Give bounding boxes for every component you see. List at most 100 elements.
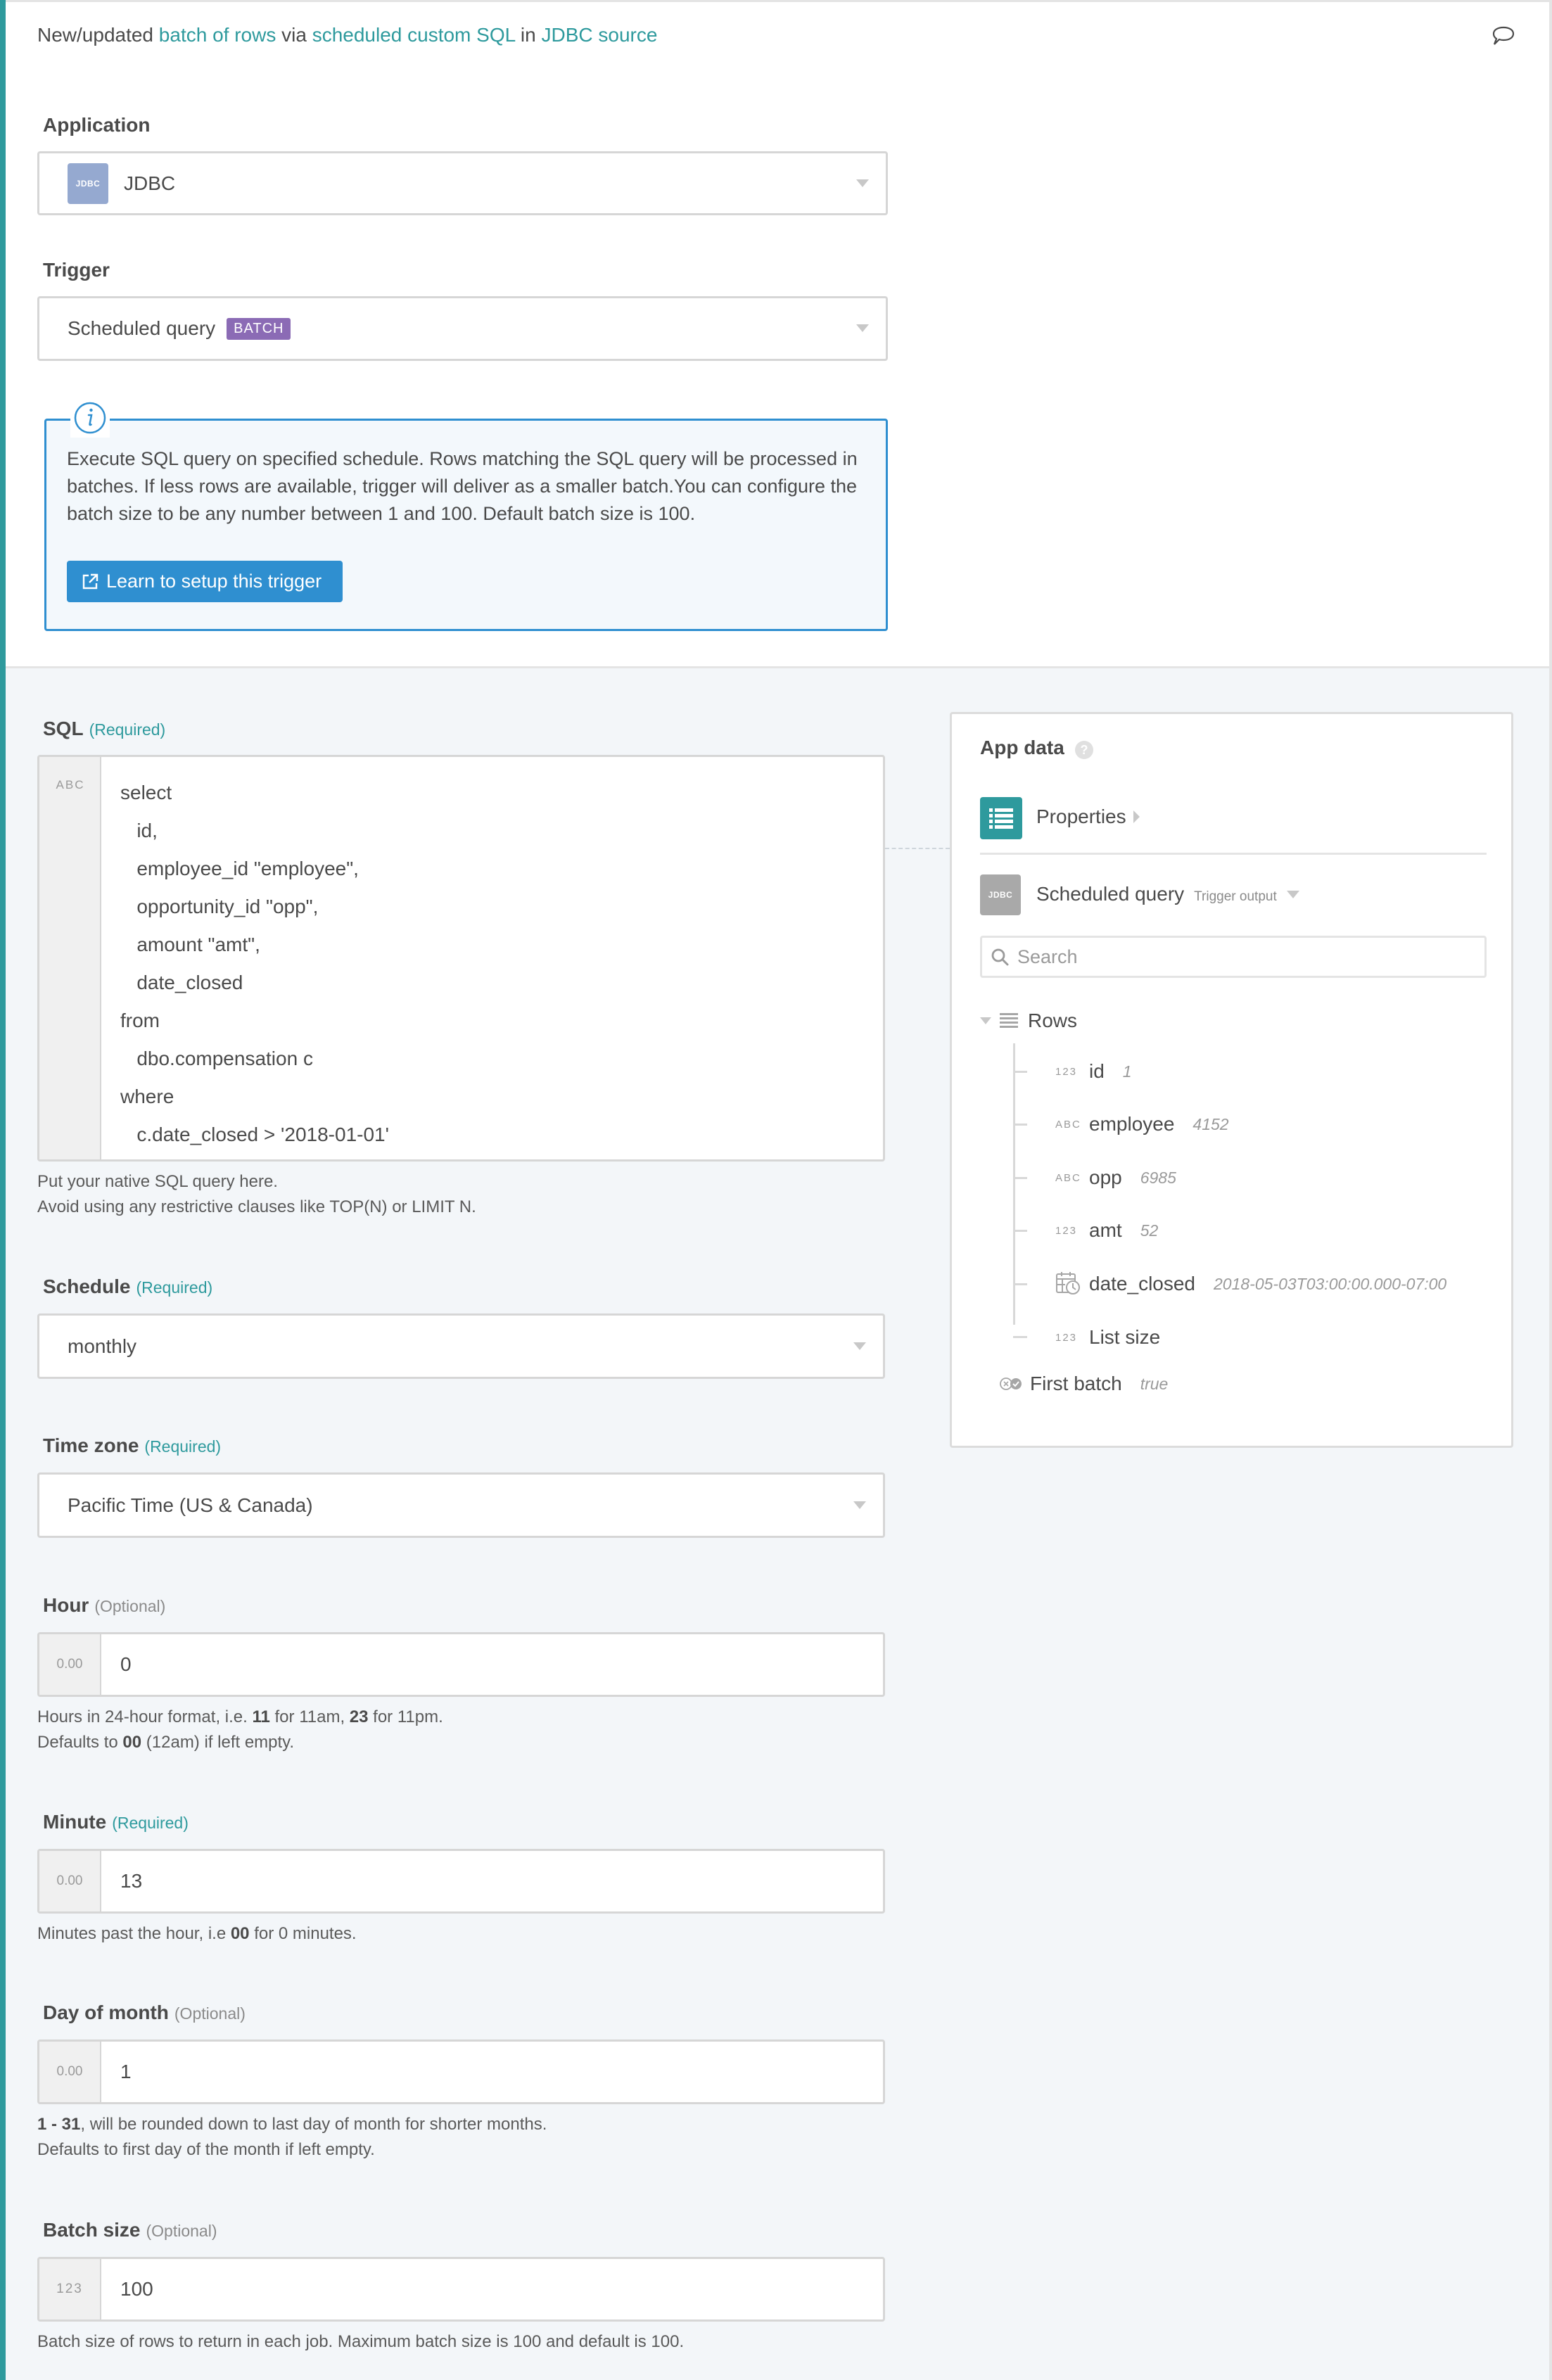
field-item-list-size[interactable]: 123 List size [1013, 1323, 1160, 1351]
sql-hint-line: Avoid using any restrictive clauses like… [37, 1197, 476, 1216]
tree-branch [1013, 1070, 1027, 1073]
batch-size-input[interactable]: 123 100 [37, 2257, 885, 2322]
field-sample: 52 [1140, 1221, 1159, 1240]
hour-value: 0 [120, 1653, 132, 1675]
step-title: New/updated batch of rows via scheduled … [37, 24, 657, 46]
title-link-batch-of-rows[interactable]: batch of rows [159, 24, 276, 46]
help-icon[interactable]: ? [1075, 741, 1093, 759]
day-of-month-label: Day of month (Optional) [43, 2002, 246, 2024]
properties-item[interactable]: Properties [1036, 806, 1140, 828]
timezone-value: Pacific Time (US & Canada) [68, 1494, 313, 1516]
sql-line: employee_id "employee", [120, 858, 359, 879]
external-link-icon [82, 573, 98, 589]
sql-line: select [120, 782, 172, 803]
app-data-panel: App data ? Properties JDBC Scheduled que… [950, 712, 1513, 1448]
day-of-month-value: 1 [120, 2061, 132, 2082]
field-sample: 1 [1122, 1062, 1132, 1081]
sql-editor[interactable]: ABC select id, employee_id "employee", o… [37, 755, 885, 1162]
field-item-date-closed[interactable]: date_closed 2018-05-03T03:00:00.000-07:0… [1013, 1270, 1446, 1298]
hint-text: Minutes past the hour, i.e [37, 1924, 231, 1943]
panel-divider [980, 853, 1487, 855]
hour-label: Hour (Optional) [43, 1594, 165, 1617]
hint-text: 00 [230, 1924, 250, 1943]
number-type-icon: 0.00 [39, 2042, 101, 2102]
day-of-month-input[interactable]: 0.00 1 [37, 2039, 885, 2104]
field-item-id[interactable]: 123 id 1 [1013, 1057, 1132, 1086]
hour-hint: Hours in 24-hour format, i.e. 11 for 11a… [37, 1705, 443, 1755]
title-text: in [515, 24, 542, 46]
chevron-down-icon [980, 1017, 991, 1024]
field-sample: 6985 [1140, 1168, 1176, 1187]
sql-line: c.date_closed > '2018-01-01' [120, 1124, 389, 1145]
boolean-icon [1000, 1377, 1022, 1390]
hint-text: for 11am, [269, 1707, 350, 1726]
hint-text: (12am) if left empty. [141, 1733, 295, 1752]
tree-branch [1013, 1283, 1027, 1285]
batch-badge: BATCH [227, 317, 291, 340]
minute-label: Minute (Required) [43, 1811, 189, 1833]
chevron-down-icon [853, 1342, 866, 1350]
application-select[interactable]: JDBC JDBC [37, 151, 888, 215]
comment-icon[interactable] [1491, 25, 1515, 48]
hint-text: 00 [122, 1733, 142, 1752]
field-name: date_closed [1089, 1273, 1196, 1294]
text-type-icon: ABC [1055, 1171, 1081, 1184]
hint-text: Defaults to [37, 1733, 123, 1752]
sql-line: where [120, 1086, 174, 1107]
field-name: id [1089, 1060, 1105, 1082]
application-value: JDBC [124, 172, 176, 194]
rows-tree-node[interactable]: Rows [980, 1010, 1077, 1032]
hour-input[interactable]: 0.00 0 [37, 1632, 885, 1697]
hour-hint-line-2: Defaults to 00 (12am) if left empty. [37, 1730, 443, 1755]
schedule-value: monthly [68, 1335, 137, 1357]
list-lines-icon [1000, 1013, 1018, 1028]
required-qualifier: (Required) [89, 720, 166, 739]
chevron-down-icon [856, 324, 869, 332]
field-item-opp[interactable]: ABC opp 6985 [1013, 1164, 1176, 1192]
field-sample: 2018-05-03T03:00:00.000-07:00 [1214, 1274, 1447, 1293]
source-label: Scheduled query [1036, 883, 1185, 905]
hint-text: 11 [252, 1707, 270, 1726]
chevron-down-icon [1286, 891, 1299, 898]
trigger-value: Scheduled query [68, 317, 216, 339]
trigger-select[interactable]: Scheduled query BATCH [37, 296, 888, 361]
tree-branch [1013, 1335, 1027, 1338]
number-type-icon: 0.00 [39, 1634, 101, 1695]
hint-text: , will be rounded down to last day of mo… [80, 2115, 547, 2134]
minute-input[interactable]: 0.00 13 [37, 1849, 885, 1914]
sql-line: opportunity_id "opp", [120, 896, 319, 917]
title-link-scheduled-sql[interactable]: scheduled custom SQL [312, 24, 515, 46]
required-qualifier: (Required) [136, 1278, 213, 1297]
app-data-title: App data [980, 737, 1064, 758]
integer-type-icon: 123 [39, 2259, 101, 2319]
field-item-amt[interactable]: 123 amt 52 [1013, 1216, 1158, 1245]
timezone-select[interactable]: Pacific Time (US & Canada) [37, 1472, 885, 1538]
schedule-select[interactable]: monthly [37, 1313, 885, 1379]
optional-qualifier: (Optional) [174, 2004, 246, 2023]
learn-setup-trigger-button[interactable]: Learn to setup this trigger [67, 561, 343, 602]
sql-line: dbo.compensation c [120, 1048, 313, 1069]
sql-line: id, [120, 820, 158, 841]
search-field[interactable] [980, 936, 1487, 978]
minute-value: 13 [120, 1870, 143, 1892]
field-item-employee[interactable]: ABC employee 4152 [1013, 1110, 1229, 1138]
field-item-first-batch[interactable]: First batch true [999, 1373, 1168, 1395]
hint-text: 1 - 31 [37, 2115, 81, 2134]
properties-label: Properties [1036, 806, 1126, 827]
field-name: List size [1089, 1326, 1161, 1348]
trigger-output-selector[interactable]: Scheduled query Trigger output [1036, 883, 1299, 905]
sql-code[interactable]: select id, employee_id "employee", oppor… [120, 774, 389, 1154]
required-qualifier: (Required) [112, 1814, 189, 1832]
field-name: First batch [1030, 1373, 1122, 1394]
optional-qualifier: (Optional) [146, 2222, 217, 2240]
search-icon [991, 948, 1009, 966]
day-of-month-hint-line-1: 1 - 31, will be rounded down to last day… [37, 2112, 547, 2137]
data-connector-line [885, 848, 950, 849]
trigger-description: Execute SQL query on specified schedule.… [67, 448, 858, 524]
hint-text: for 11pm. [368, 1707, 443, 1726]
search-input[interactable] [1017, 946, 1468, 968]
tree-branch [1013, 1123, 1027, 1126]
calendar-clock-icon [1055, 1270, 1089, 1298]
title-link-jdbc-source[interactable]: JDBC source [542, 24, 658, 46]
list-icon [980, 797, 1022, 839]
